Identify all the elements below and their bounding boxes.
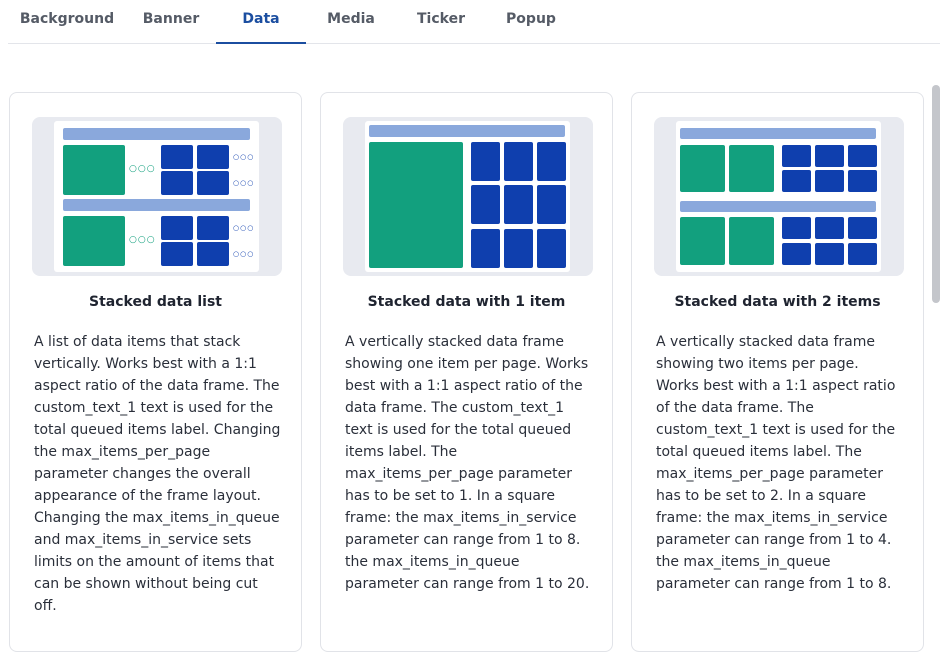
template-card-stacked-data-2-items[interactable]: Stacked data with 2 items A vertically s… [631,92,924,652]
template-card-stacked-data-1-item[interactable]: Stacked data with 1 item A vertically st… [320,92,613,652]
card-title: Stacked data list [89,294,222,310]
tab-background[interactable]: Background [8,0,126,43]
tab-data[interactable]: Data [216,0,306,44]
preview-frame [676,121,881,272]
card-description: A vertically stacked data frame showing … [345,334,590,592]
tab-bar: Background Banner Data Media Ticker Popu… [8,0,940,44]
scrollbar-thumb[interactable] [932,85,940,303]
template-card-stacked-data-list[interactable]: ○○○ ○○○ ○○○ ○○○ ○○○ ○○○ Stacked data lis… [9,92,302,652]
vertical-scrollbar[interactable] [931,85,941,635]
card-description: A list of data items that stack vertical… [34,334,281,614]
tab-ticker[interactable]: Ticker [396,0,486,43]
tab-popup[interactable]: Popup [486,0,576,43]
preview-frame: ○○○ ○○○ ○○○ ○○○ ○○○ ○○○ [54,121,259,272]
template-preview-thumbnail: ○○○ ○○○ ○○○ ○○○ ○○○ ○○○ [32,117,282,276]
card-description: A vertically stacked data frame showing … [656,334,896,592]
template-preview-thumbnail [343,117,593,276]
tab-media[interactable]: Media [306,0,396,43]
card-title: Stacked data with 2 items [674,294,881,310]
card-title: Stacked data with 1 item [367,294,566,310]
tab-banner[interactable]: Banner [126,0,216,43]
preview-frame [365,121,570,272]
template-preview-thumbnail [654,117,904,276]
